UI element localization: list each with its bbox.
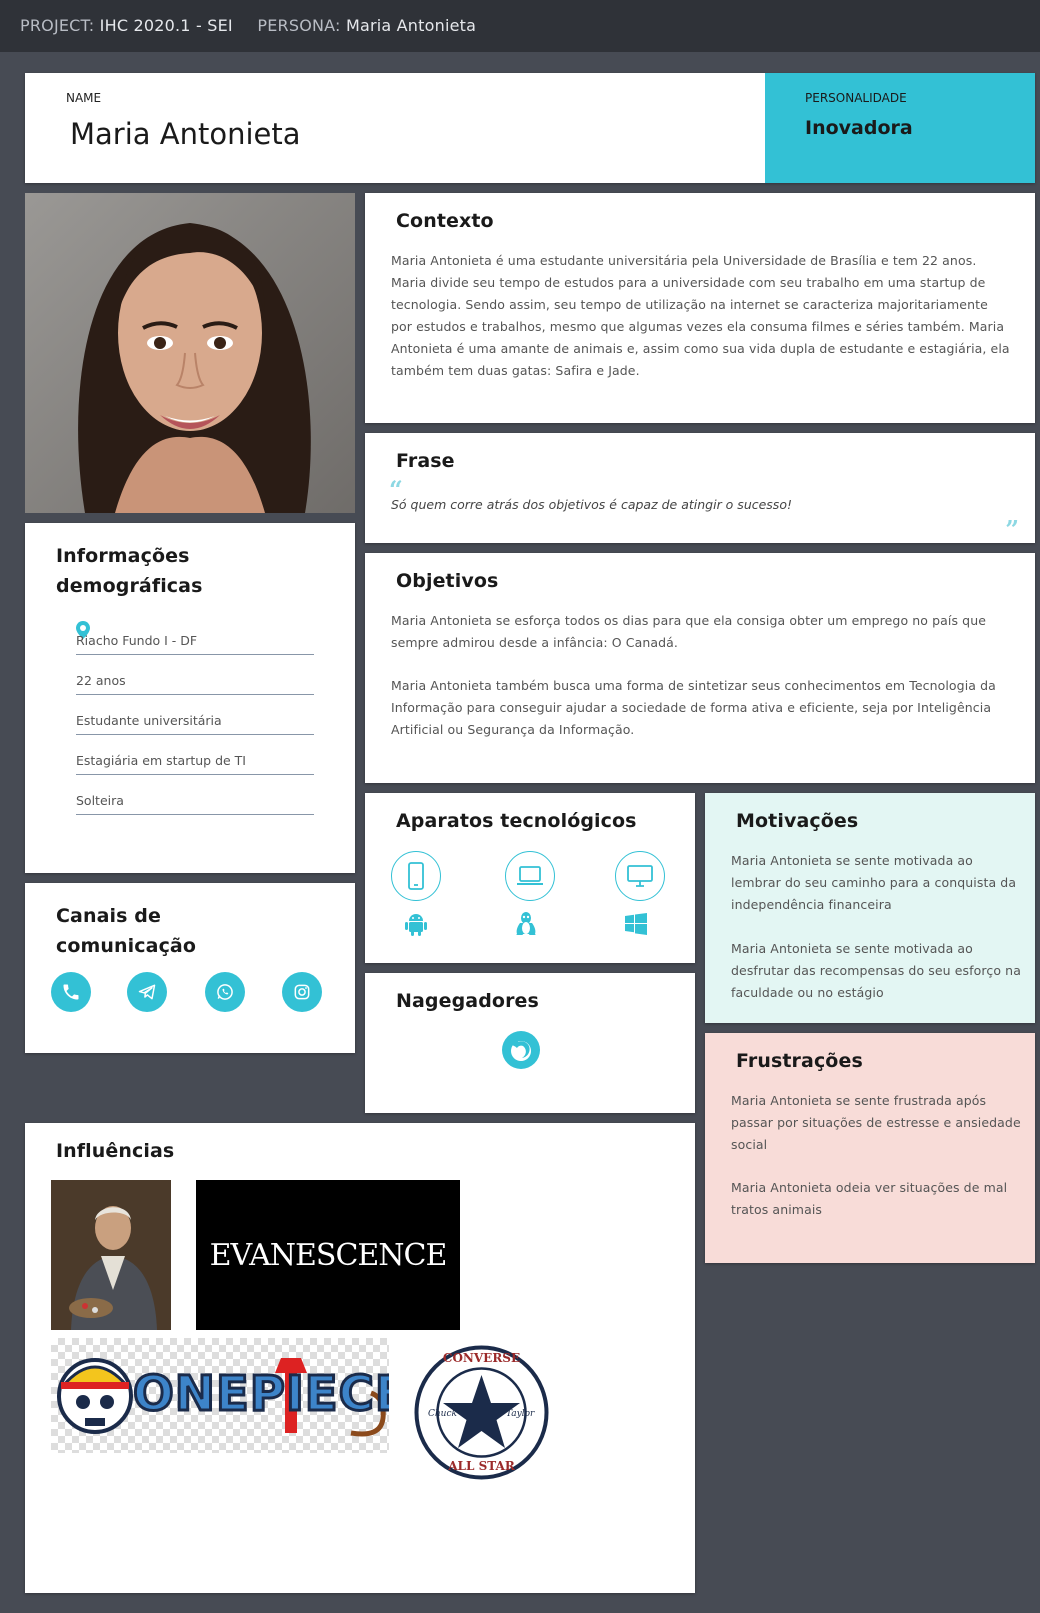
goals-card: Objetivos Maria Antonieta se esforça tod… — [365, 553, 1035, 783]
motivations-text-1: Maria Antonieta se sente motivada ao lem… — [731, 853, 1017, 912]
demographics-location: Riacho Fundo I - DF — [76, 633, 198, 648]
influences-title: Influências — [56, 1140, 175, 1162]
smartphone-icon — [391, 851, 441, 901]
frustrations-text-1: Maria Antonieta se sente frustrada após … — [731, 1093, 1021, 1152]
persona-name: Maria Antonieta — [70, 117, 301, 151]
list-item: Estudante universitária — [76, 695, 314, 735]
demographics-list: Riacho Fundo I - DF 22 anos Estudante un… — [76, 615, 314, 815]
goals-text-2: Maria Antonieta também busca uma forma d… — [391, 678, 996, 737]
demographics-title: Informações demográficas — [56, 545, 203, 597]
windows-icon — [621, 909, 651, 939]
context-text: Maria Antonieta é uma estudante universi… — [391, 253, 1010, 378]
converse-logo-chuck: Chuck — [428, 1409, 457, 1419]
frustrations-card: Frustrações Maria Antonieta se sente fru… — [705, 1033, 1035, 1263]
project-label: PROJECT: — [20, 16, 95, 35]
demographics-age: 22 anos — [76, 673, 126, 688]
list-item: 22 anos — [76, 655, 314, 695]
converse-logo: CONVERSE Chuck Taylor ALL STAR — [414, 1345, 549, 1480]
laptop-icon — [505, 851, 555, 901]
motivations-card: Motivações Maria Antonieta se sente moti… — [705, 793, 1035, 1023]
context-card: Contexto Maria Antonieta é uma estudante… — [365, 193, 1035, 423]
frustrations-text-2: Maria Antonieta odeia ver situações de m… — [731, 1180, 1008, 1217]
channels-card: Canais de comunicação — [25, 883, 355, 1053]
persona-photo — [25, 193, 355, 513]
painting-portrait-image — [51, 1180, 171, 1330]
channels-title: Canais de comunicação — [56, 905, 197, 957]
converse-logo-top: CONVERSE — [442, 1351, 521, 1365]
list-item: Estagiária em startup de TI — [76, 735, 314, 775]
persona-value: Maria Antonieta — [345, 16, 477, 35]
instagram-icon[interactable] — [282, 972, 322, 1012]
close-quote-icon: ” — [1005, 515, 1019, 544]
whatsapp-icon[interactable] — [205, 972, 245, 1012]
desktop-icon — [615, 851, 665, 901]
firefox-icon — [501, 1030, 541, 1074]
list-item: Solteira — [76, 775, 314, 815]
linux-icon — [511, 909, 541, 939]
converse-logo-taylor: Taylor — [506, 1409, 535, 1419]
demographics-status: Solteira — [76, 793, 124, 808]
demographics-job: Estagiária em startup de TI — [76, 753, 246, 768]
personality-label: PERSONALIDADE — [805, 91, 907, 105]
personality-panel: PERSONALIDADE Inovadora — [765, 73, 1035, 183]
devices-title: Aparatos tecnológicos — [396, 810, 637, 832]
phone-icon[interactable] — [51, 972, 91, 1012]
top-bar: PROJECT: IHC 2020.1 - SEI PERSONA: Maria… — [0, 0, 1040, 52]
personality-value: Inovadora — [805, 117, 913, 139]
goals-text-1: Maria Antonieta se esforça todos os dias… — [391, 613, 987, 650]
persona-label: PERSONA: — [257, 16, 341, 35]
telegram-icon[interactable] — [127, 972, 167, 1012]
evanescence-logo: EVANESCENCE — [196, 1180, 460, 1330]
browsers-title: Nagegadores — [396, 990, 539, 1012]
browsers-card: Nagegadores — [365, 973, 695, 1113]
phrase-text: Só quem corre atrás dos objetivos é capa… — [391, 497, 792, 512]
phrase-card: Frase “ Só quem corre atrás dos objetivo… — [365, 433, 1035, 543]
name-label: NAME — [66, 91, 102, 105]
one-piece-logo-text: ONEPIECE — [132, 1365, 389, 1424]
android-icon — [401, 909, 431, 939]
frustrations-title: Frustrações — [736, 1050, 863, 1072]
one-piece-logo: ONEPIECE — [51, 1338, 389, 1453]
demographics-card: Informações demográficas Riacho Fundo I … — [25, 523, 355, 873]
evanescence-logo-text: EVANESCENCE — [209, 1237, 448, 1273]
list-item: Riacho Fundo I - DF — [76, 615, 314, 655]
converse-logo-bottom: ALL STAR — [448, 1459, 515, 1473]
name-card: NAME Maria Antonieta PERSONALIDADE Inova… — [25, 73, 1035, 183]
influences-card: Influências EVANESCENCE ONEPIECE CONVERS… — [25, 1123, 695, 1593]
devices-card: Aparatos tecnológicos — [365, 793, 695, 963]
motivations-text-2: Maria Antonieta se sente motivada ao des… — [731, 941, 1021, 1000]
context-title: Contexto — [396, 210, 494, 232]
phrase-title: Frase — [396, 450, 455, 472]
demographics-occupation: Estudante universitária — [76, 713, 222, 728]
project-value: IHC 2020.1 - SEI — [99, 16, 233, 35]
goals-title: Objetivos — [396, 570, 499, 592]
motivations-title: Motivações — [736, 810, 859, 832]
